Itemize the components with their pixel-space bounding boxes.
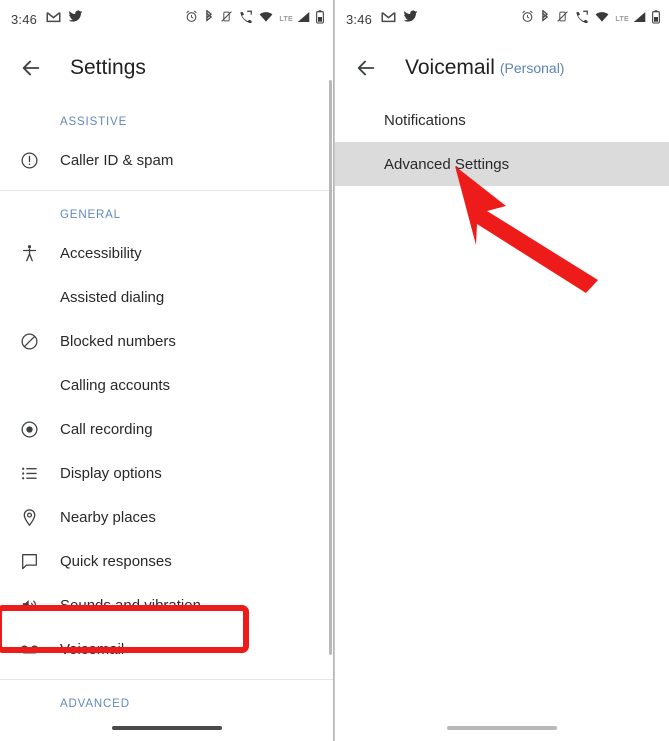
section-header-assistive: ASSISTIVE — [60, 116, 128, 128]
battery-icon — [652, 9, 660, 29]
battery-icon — [316, 9, 324, 29]
alarm-icon — [521, 10, 534, 28]
home-gesture-pill[interactable] — [111, 726, 222, 730]
status-bar-clock: 3:46 — [11, 11, 38, 27]
status-bar-left: 3:46 LTE — [0, 0, 333, 38]
gmail-icon — [381, 10, 396, 28]
settings-row-accessibility[interactable]: Accessibility — [0, 231, 333, 275]
signal-icon — [633, 10, 646, 28]
info-circle-icon — [14, 151, 44, 170]
volume-icon — [14, 596, 44, 615]
page-title-account: (Personal) — [499, 60, 565, 76]
settings-row-label: Accessibility — [60, 244, 142, 262]
status-bar-notification-icons — [46, 10, 83, 28]
settings-row-label: Nearby places — [60, 508, 156, 526]
settings-row-quick-responses[interactable]: Quick responses — [0, 539, 333, 583]
navigation-bar-right — [335, 715, 669, 741]
settings-row-call-recording[interactable]: Call recording — [0, 407, 333, 451]
settings-row-calling-accounts[interactable]: Calling accounts — [0, 363, 333, 407]
settings-row-nearby-places[interactable]: Nearby places — [0, 495, 333, 539]
call-forward-icon — [239, 10, 253, 28]
settings-row-label: Blocked numbers — [60, 332, 176, 350]
right-app-bar: Voicemail (Personal) — [335, 38, 669, 98]
right-phone-screen: 3:46 LTE Voicemail (Personal) Notificati… — [335, 0, 669, 741]
scrollbar-thumb[interactable] — [329, 80, 332, 655]
navigation-bar-left — [0, 715, 333, 741]
page-title: Voicemail — [405, 56, 495, 79]
call-forward-icon — [575, 10, 589, 28]
left-app-bar: Settings — [0, 38, 333, 98]
status-bar-right: 3:46 LTE — [335, 0, 669, 38]
settings-row-label: Assisted dialing — [60, 288, 165, 306]
voicemail-row-notifications[interactable]: Notifications — [335, 98, 669, 142]
dual-screenshot-container: 3:46 LTE Settings ASSISTIVE Caller ID & … — [0, 0, 669, 741]
network-type-label: LTE — [615, 15, 629, 23]
settings-row-display-options[interactable]: Display options — [0, 451, 333, 495]
bluetooth-icon — [204, 8, 214, 29]
alarm-icon — [185, 10, 198, 28]
section-header-general: GENERAL — [60, 209, 121, 221]
section-header-advanced: ADVANCED — [60, 698, 130, 710]
settings-row-blocked-numbers[interactable]: Blocked numbers — [0, 319, 333, 363]
location-pin-icon — [14, 508, 44, 527]
settings-row-voicemail[interactable]: Voicemail — [0, 627, 333, 671]
status-bar-system-icons: LTE — [185, 8, 324, 29]
voicemail-row-advanced-settings[interactable]: Advanced Settings — [335, 142, 669, 186]
settings-row-sounds-and-vibration[interactable]: Sounds and vibration — [0, 583, 333, 627]
settings-list: ASSISTIVE Caller ID & spam GENERAL Acces… — [0, 98, 333, 741]
block-icon — [14, 332, 44, 351]
settings-row-label: Caller ID & spam — [60, 151, 174, 169]
voicemail-row-label: Advanced Settings — [384, 155, 510, 173]
settings-row-label: Sounds and vibration — [60, 596, 201, 614]
twitter-icon — [68, 10, 83, 28]
arrow-back-icon[interactable] — [14, 51, 48, 85]
settings-row-caller-id-spam[interactable]: Caller ID & spam — [0, 138, 333, 182]
record-icon — [14, 420, 44, 439]
chat-bubble-icon — [14, 552, 44, 571]
arrow-back-icon[interactable] — [349, 51, 383, 85]
voicemail-settings-list: Notifications Advanced Settings — [335, 98, 669, 186]
signal-icon — [297, 10, 310, 28]
page-title: Settings — [70, 56, 146, 79]
status-bar-clock: 3:46 — [346, 11, 373, 27]
network-type-label: LTE — [279, 15, 293, 23]
settings-row-assisted-dialing[interactable]: Assisted dialing — [0, 275, 333, 319]
settings-row-label: Calling accounts — [60, 376, 171, 394]
home-gesture-pill[interactable] — [447, 726, 557, 730]
status-bar-system-icons: LTE — [521, 8, 660, 29]
twitter-icon — [403, 10, 418, 28]
bluetooth-icon — [540, 8, 550, 29]
voicemail-row-label: Notifications — [384, 111, 466, 129]
vibrate-off-icon — [220, 10, 233, 28]
left-phone-screen: 3:46 LTE Settings ASSISTIVE Caller ID & … — [0, 0, 334, 741]
wifi-icon — [595, 10, 609, 28]
settings-row-label: Voicemail — [60, 640, 125, 658]
settings-row-label: Quick responses — [60, 552, 172, 570]
settings-row-label: Display options — [60, 464, 162, 482]
wifi-icon — [259, 10, 273, 28]
vibrate-off-icon — [556, 10, 569, 28]
settings-row-label: Call recording — [60, 420, 153, 438]
gmail-icon — [46, 10, 61, 28]
status-bar-notification-icons — [381, 10, 418, 28]
list-icon — [14, 464, 44, 483]
voicemail-icon — [14, 639, 44, 660]
accessibility-icon — [14, 244, 44, 263]
